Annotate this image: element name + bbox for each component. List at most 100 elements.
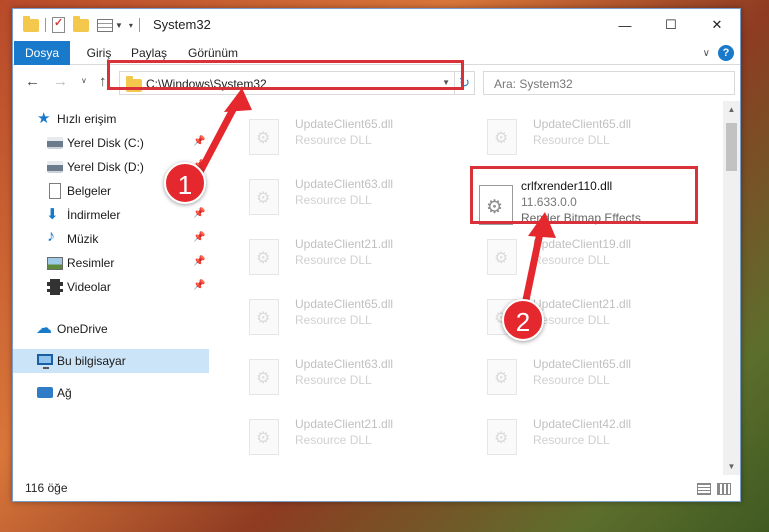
chevron-down-icon[interactable]: ▼ <box>115 21 123 30</box>
file-description: Resource DLL <box>533 253 610 267</box>
help-icon[interactable]: ? <box>718 45 734 61</box>
recent-locations-button[interactable]: ∨ <box>81 76 87 85</box>
sidebar-item-label: Bu bilgisayar <box>57 354 126 368</box>
sidebar-item-label: Belgeler <box>67 184 112 198</box>
sidebar-item-label: Yerel Disk (C:) <box>67 136 144 150</box>
list-item[interactable]: UpdateClient65.dll Resource DLL <box>467 347 687 395</box>
star-icon <box>37 109 53 127</box>
list-item[interactable]: UpdateClient63.dll Resource DLL <box>229 347 449 395</box>
item-count: 116 öğe <box>25 481 68 495</box>
sidebar-item-label: İndirmeler <box>67 208 121 222</box>
file-highlight-box <box>470 166 698 224</box>
toolbar-separator <box>138 18 140 32</box>
sidebar-item-videos[interactable]: Videolar 📌 <box>13 275 209 299</box>
details-view-icon[interactable] <box>697 483 711 495</box>
close-button[interactable]: ✕ <box>694 9 740 41</box>
sidebar-item-pictures[interactable]: Resimler 📌 <box>13 251 209 275</box>
list-item[interactable]: UpdateClient65.dll Resource DLL <box>229 287 449 335</box>
file-name: UpdateClient42.dll <box>533 417 632 431</box>
step-1-badge: 1 <box>164 162 206 204</box>
file-description: Resource DLL <box>295 133 372 147</box>
sidebar-item-this-pc[interactable]: Bu bilgisayar <box>13 349 209 373</box>
file-description: Resource DLL <box>295 313 372 327</box>
dll-file-icon <box>249 179 279 215</box>
list-item[interactable]: UpdateClient21.dll Resource DLL <box>229 227 449 275</box>
maximize-button[interactable]: ☐ <box>648 9 694 41</box>
list-item[interactable]: UpdateClient65.dll Resource DLL <box>467 107 687 155</box>
tiles-view-icon[interactable] <box>717 483 731 495</box>
vertical-scrollbar[interactable]: ▲ ▼ <box>723 101 740 475</box>
sidebar-item-label: Ağ <box>57 386 72 400</box>
pin-icon[interactable]: 📌 <box>193 232 205 243</box>
sidebar-item-label: Hızlı erişim <box>57 112 117 126</box>
forward-button[interactable]: → <box>53 73 68 90</box>
collapse-ribbon-icon[interactable]: ∨ <box>703 48 710 59</box>
sidebar-item-downloads[interactable]: İndirmeler 📌 <box>13 203 209 227</box>
minimize-button[interactable]: — <box>602 9 648 41</box>
file-name: UpdateClient65.dll <box>533 357 632 371</box>
computer-icon <box>37 354 53 369</box>
sidebar-item-quick-access[interactable]: Hızlı erişim <box>13 107 209 131</box>
disk-icon <box>47 161 63 173</box>
video-icon <box>47 279 63 295</box>
quick-access-toolbar: ▼ ▾ <box>23 15 146 34</box>
pictures-icon <box>47 257 63 270</box>
file-name: UpdateClient19.dll <box>533 237 632 251</box>
network-icon <box>37 387 53 398</box>
file-description: Resource DLL <box>533 313 610 327</box>
scroll-up-icon[interactable]: ▲ <box>723 101 740 118</box>
dll-file-icon <box>249 239 279 275</box>
list-item[interactable]: UpdateClient63.dll Resource DLL <box>229 167 449 215</box>
list-item[interactable]: UpdateClient42.dll Resource DLL <box>467 407 687 455</box>
file-name: UpdateClient65.dll <box>295 297 394 311</box>
rename-icon[interactable] <box>97 18 113 32</box>
dll-file-icon <box>487 119 517 155</box>
dll-file-icon <box>487 239 517 275</box>
up-button[interactable]: ↑ <box>99 73 107 90</box>
search-box[interactable]: Ara: System32 <box>483 71 735 95</box>
list-item[interactable]: UpdateClient21.dll Resource DLL <box>229 407 449 455</box>
pin-icon[interactable]: 📌 <box>193 280 205 291</box>
pin-icon[interactable]: 📌 <box>193 208 205 219</box>
file-name: UpdateClient63.dll <box>295 177 394 191</box>
search-placeholder[interactable]: Ara: System32 <box>494 77 573 91</box>
download-icon <box>45 205 61 223</box>
new-folder-icon[interactable] <box>73 15 89 32</box>
list-item[interactable]: UpdateClient65.dll Resource DLL <box>229 107 449 155</box>
pin-icon[interactable]: 📌 <box>193 136 205 147</box>
music-icon <box>45 228 61 247</box>
sidebar-item-label: OneDrive <box>57 322 108 336</box>
properties-checkmark-icon[interactable] <box>52 16 65 33</box>
file-name: UpdateClient21.dll <box>295 237 394 251</box>
sidebar-item-label: Videolar <box>67 280 111 294</box>
dll-file-icon <box>249 119 279 155</box>
customize-toolbar-icon[interactable]: ▾ <box>129 21 133 30</box>
sidebar-item-network[interactable]: Ağ <box>13 381 209 405</box>
dll-file-icon <box>487 419 517 455</box>
scroll-down-icon[interactable]: ▼ <box>723 458 740 475</box>
sidebar-item-disk-c[interactable]: Yerel Disk (C:) 📌 <box>13 131 209 155</box>
list-item[interactable]: UpdateClient19.dll Resource DLL <box>467 227 687 275</box>
pin-icon[interactable]: 📌 <box>193 256 205 267</box>
file-name: UpdateClient21.dll <box>295 417 394 431</box>
cloud-icon <box>36 318 53 338</box>
scrollbar-thumb[interactable] <box>726 123 737 171</box>
toolbar-separator <box>45 18 46 32</box>
title-bar: ▼ ▾ System32 — ☐ ✕ <box>13 9 740 41</box>
disk-icon <box>47 137 63 149</box>
file-description: Resource DLL <box>533 133 610 147</box>
back-button[interactable]: ← <box>25 73 40 90</box>
file-description: Resource DLL <box>295 433 372 447</box>
file-description: Resource DLL <box>533 373 610 387</box>
file-description: Resource DLL <box>295 253 372 267</box>
window-title: System32 <box>153 17 211 32</box>
sidebar-item-onedrive[interactable]: OneDrive <box>13 317 209 341</box>
folder-icon <box>23 15 39 32</box>
file-list: UpdateClient65.dll Resource DLL UpdateCl… <box>209 101 723 475</box>
step-2-badge: 2 <box>502 299 544 341</box>
sidebar-item-label: Resimler <box>67 256 115 270</box>
list-item[interactable]: UpdateClient21.dll Resource DLL <box>467 287 687 335</box>
sidebar-item-music[interactable]: Müzik 📌 <box>13 227 209 251</box>
file-name: UpdateClient65.dll <box>295 117 394 131</box>
file-description: Resource DLL <box>295 193 372 207</box>
